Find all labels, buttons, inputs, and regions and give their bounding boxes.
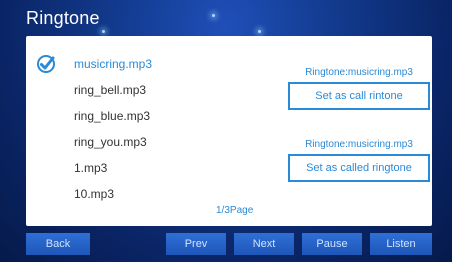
ringtone-screen: Ringtone musicring.mp3 ring_bell.mp3 rin… — [0, 0, 452, 262]
file-item-musicring[interactable]: musicring.mp3 — [26, 52, 266, 76]
next-button[interactable]: Next — [234, 233, 294, 255]
page-title: Ringtone — [26, 8, 100, 28]
file-name: 1.mp3 — [74, 161, 108, 175]
file-item-1[interactable]: 1.mp3 — [26, 156, 266, 180]
call-ringtone-current-label: Ringtone:musicring.mp3 — [305, 67, 413, 78]
prev-button[interactable]: Prev — [166, 233, 226, 255]
page-indicator: 1/3Page — [216, 205, 254, 216]
check-circle-icon — [37, 55, 55, 73]
file-name: ring_bell.mp3 — [74, 83, 147, 97]
back-button[interactable]: Back — [26, 233, 90, 255]
set-call-ringtone-button[interactable]: Set as call rintone — [288, 82, 430, 110]
listen-button[interactable]: Listen — [370, 233, 432, 255]
called-ringtone-current-label: Ringtone:musicring.mp3 — [305, 139, 413, 150]
file-item-10[interactable]: 10.mp3 — [26, 182, 266, 206]
ringtone-panel: musicring.mp3 ring_bell.mp3 ring_blue.mp… — [26, 36, 432, 226]
set-called-ringtone-button[interactable]: Set as called ringtone — [288, 154, 430, 182]
sparkle-decoration — [102, 30, 105, 33]
file-name: ring_you.mp3 — [74, 135, 147, 149]
file-item-ring-you[interactable]: ring_you.mp3 — [26, 130, 266, 154]
pause-button[interactable]: Pause — [302, 233, 362, 255]
file-item-ring-blue[interactable]: ring_blue.mp3 — [26, 104, 266, 128]
sparkle-decoration — [212, 14, 215, 17]
bottom-toolbar: Back Prev Next Pause Listen — [0, 233, 452, 255]
sparkle-decoration — [258, 30, 261, 33]
file-name: musicring.mp3 — [74, 57, 153, 71]
file-list: musicring.mp3 ring_bell.mp3 ring_blue.mp… — [26, 36, 266, 226]
file-name: ring_blue.mp3 — [74, 109, 151, 123]
file-item-ring-bell[interactable]: ring_bell.mp3 — [26, 78, 266, 102]
file-name: 10.mp3 — [74, 187, 115, 201]
